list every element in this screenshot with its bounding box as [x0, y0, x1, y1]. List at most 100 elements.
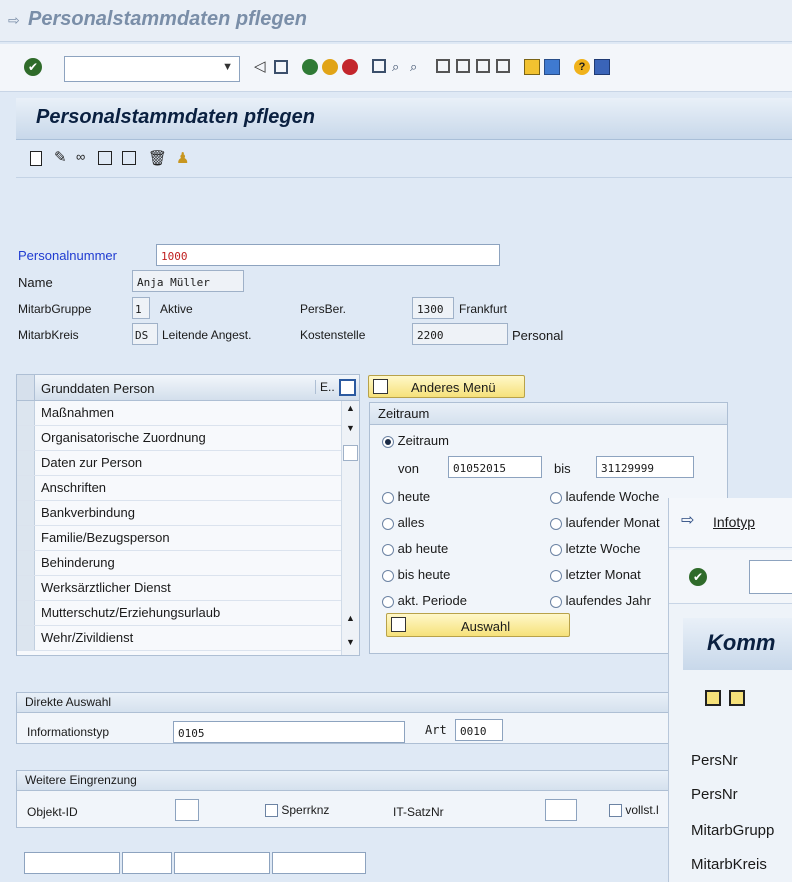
radio-laufendes-jahr[interactable]: laufendes Jahr: [550, 593, 651, 608]
kostenstelle-text: Personal: [512, 328, 564, 343]
bis-label: bis: [554, 461, 571, 476]
copy-icon[interactable]: [98, 151, 112, 165]
table-row[interactable]: Bankverbindung: [17, 501, 341, 526]
personalnummer-field[interactable]: 1000: [156, 244, 500, 266]
mitarbgruppe-code: 1: [132, 297, 150, 319]
overlay-row-mitarbgruppe: MitarbGrupp: [691, 822, 775, 839]
personalnummer-label: Personalnummer: [18, 248, 117, 263]
auswahl-button[interactable]: Auswahl: [386, 613, 570, 637]
sperrknz-checkbox[interactable]: Sperrknz: [265, 803, 329, 818]
radio-letzter-monat[interactable]: letzter Monat: [550, 567, 641, 582]
table-row[interactable]: Daten zur Person: [17, 451, 341, 476]
art-label: Art: [425, 723, 447, 737]
anderes-menu-button[interactable]: Anderes Menü: [368, 375, 525, 398]
table-row[interactable]: Werksärztlicher Dienst: [17, 576, 341, 601]
radio-ab-heute[interactable]: ab heute: [382, 541, 448, 556]
informationstyp-field[interactable]: 0105: [173, 721, 405, 743]
table-settings-icon[interactable]: [339, 379, 356, 396]
back-green-icon[interactable]: [302, 59, 318, 75]
table-row[interactable]: Behinderung: [17, 551, 341, 576]
overlay-prev-icon[interactable]: [705, 690, 721, 706]
radio-letzte-woche[interactable]: letzte Woche: [550, 541, 641, 556]
command-field[interactable]: ▼: [64, 56, 240, 82]
radio-alles[interactable]: alles: [382, 515, 424, 530]
shortcut-icon[interactable]: [544, 59, 560, 75]
von-field[interactable]: 01052015: [448, 456, 542, 478]
screen-header: Personalstammdaten pflegen: [16, 98, 792, 140]
von-label: von: [398, 461, 419, 476]
overlay-exit-icon[interactable]: ⇨: [681, 510, 694, 530]
save-icon[interactable]: [274, 60, 288, 74]
next-page-icon[interactable]: [476, 59, 490, 73]
mitarbkreis-code: DS: [132, 323, 158, 345]
overlay-panel-title: Komm: [707, 630, 776, 655]
exit-yellow-icon[interactable]: [322, 59, 338, 75]
it-satznr-field[interactable]: [545, 799, 577, 821]
radio-laufender-monat[interactable]: laufender Monat: [550, 515, 660, 530]
radio-akt-periode[interactable]: akt. Periode: [382, 593, 467, 608]
radio-heute[interactable]: heute: [382, 489, 430, 504]
new-session-icon[interactable]: [524, 59, 540, 75]
overlay-title-bar: ⇨ Infotyp: [669, 498, 792, 548]
table-scrollbar[interactable]: ▲ ▼ ▲ ▼: [341, 401, 359, 655]
enter-icon[interactable]: ✔: [24, 58, 42, 76]
change-icon[interactable]: ✎: [54, 148, 67, 166]
find-icon[interactable]: ⌕: [392, 59, 399, 75]
mitarbgruppe-label: MitarbGruppe: [18, 302, 92, 316]
name-label: Name: [18, 275, 53, 290]
vollst-checkbox[interactable]: vollst.l: [609, 803, 659, 818]
art-field[interactable]: 0010: [455, 719, 503, 741]
back-icon[interactable]: ◁: [254, 57, 266, 75]
table-row[interactable]: Familie/Bezugsperson: [17, 526, 341, 551]
direkte-auswahl-group: Direkte Auswahl Informationstyp 0105 Art…: [16, 692, 676, 744]
table-row[interactable]: Wehr/Zivildienst: [17, 626, 341, 651]
radio-bis-heute[interactable]: bis heute: [382, 567, 450, 582]
cancel-icon[interactable]: [342, 59, 358, 75]
mitarbgruppe-text: Aktive: [160, 302, 193, 316]
overview-icon[interactable]: ♟: [176, 149, 189, 167]
page-up-icon[interactable]: ▲: [346, 613, 355, 623]
customize-icon[interactable]: [594, 59, 610, 75]
table-row[interactable]: Anschriften: [17, 476, 341, 501]
table-row[interactable]: Organisatorische Zuordnung: [17, 426, 341, 451]
status-field-3: [174, 852, 270, 874]
radio-zeitraum[interactable]: Zeitraum: [382, 433, 449, 448]
overlay-title: Infotyp: [713, 514, 756, 530]
zeitraum-title: Zeitraum: [370, 403, 727, 425]
table-row[interactable]: Mutterschutz/Erziehungsurlaub: [17, 601, 341, 626]
first-page-icon[interactable]: [436, 59, 450, 73]
bis-field[interactable]: 31129999: [596, 456, 694, 478]
scroll-thumb[interactable]: [343, 445, 358, 461]
objekt-id-field[interactable]: [175, 799, 199, 821]
delimit-icon[interactable]: [122, 151, 136, 165]
help-icon[interactable]: ?: [574, 59, 590, 75]
informationstyp-label: Informationstyp: [27, 725, 110, 739]
table-select-all[interactable]: [17, 375, 35, 400]
overlay-enter-icon[interactable]: ✔: [689, 568, 707, 586]
find-next-icon[interactable]: ⌕: [410, 59, 417, 75]
overlay-window[interactable]: ⇨ Infotyp ✔ Komm PersNr PersNr MitarbGru…: [668, 498, 792, 882]
last-page-icon[interactable]: [496, 59, 510, 73]
overlay-next-icon[interactable]: [729, 690, 745, 706]
display-icon[interactable]: ∞: [76, 149, 85, 164]
window-title-bar: ⇨ Personalstammdaten pflegen: [0, 0, 792, 42]
scroll-up-icon[interactable]: ▲: [346, 403, 355, 413]
radio-laufende-woche[interactable]: laufende Woche: [550, 489, 659, 504]
create-icon[interactable]: [30, 151, 42, 166]
chevron-down-icon[interactable]: ▼: [222, 61, 233, 73]
page-down-icon[interactable]: ▼: [346, 423, 355, 433]
exit-icon[interactable]: ⇨: [8, 12, 20, 29]
prev-page-icon[interactable]: [456, 59, 470, 73]
column-header-grunddaten[interactable]: Grunddaten Person: [41, 381, 154, 396]
scroll-down-icon[interactable]: ▼: [346, 637, 355, 647]
delete-icon[interactable]: 🗑: [148, 149, 167, 167]
it-satznr-label: IT-SatzNr: [393, 805, 444, 819]
overlay-command-field[interactable]: [749, 560, 792, 594]
mitarbkreis-text: Leitende Angest.: [162, 328, 252, 342]
column-header-e[interactable]: E..: [315, 380, 335, 394]
name-value: Anja Müller: [137, 276, 210, 289]
table-row[interactable]: Maßnahmen: [17, 401, 341, 426]
objekt-id-label: Objekt-ID: [27, 805, 78, 819]
print-icon[interactable]: [372, 59, 386, 73]
weitere-eingrenzung-title: Weitere Eingrenzung: [17, 771, 675, 791]
